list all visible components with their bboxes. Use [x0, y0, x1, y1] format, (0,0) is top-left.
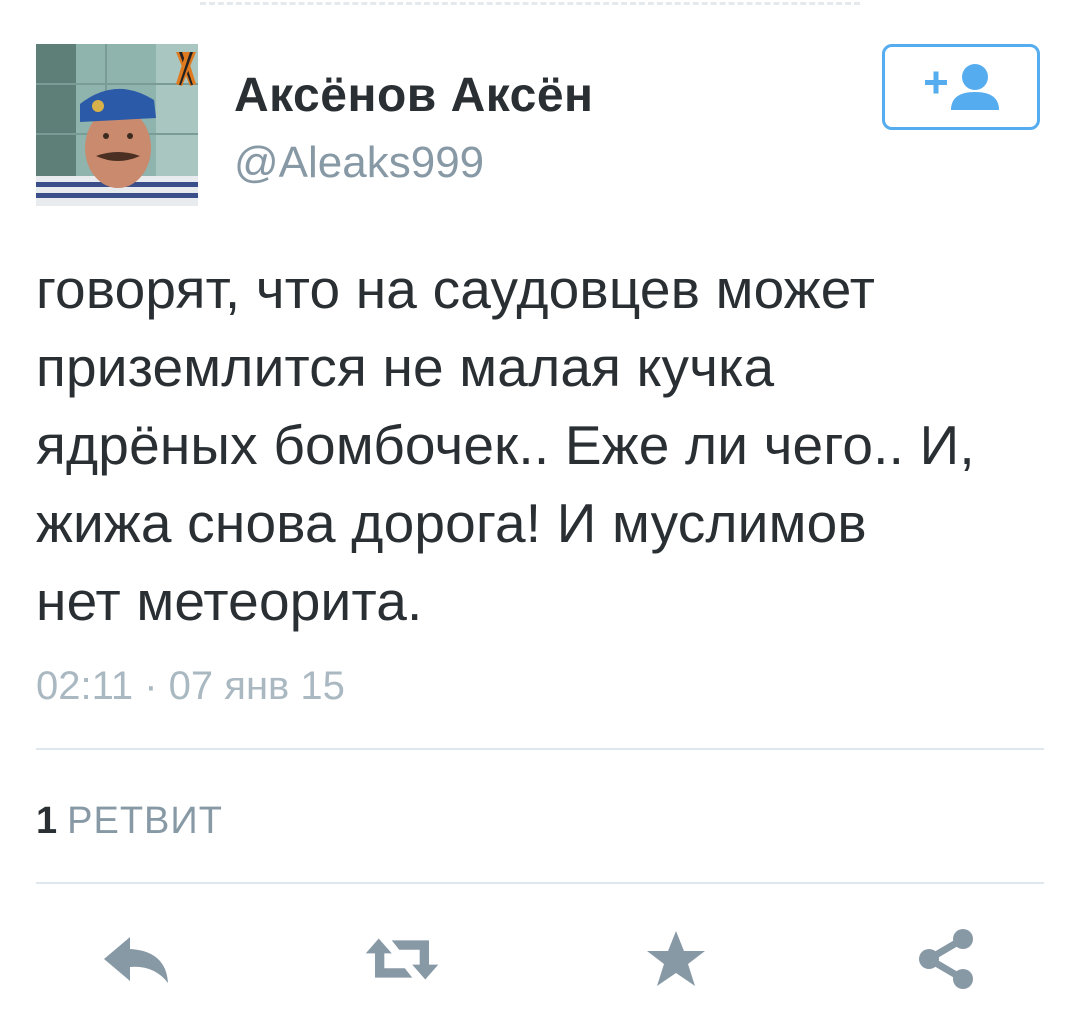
favorite-star-icon	[647, 931, 705, 986]
share-icon	[919, 929, 973, 989]
retweet-stats[interactable]: 1 РЕТВИТ	[36, 800, 223, 843]
previous-content-edge	[200, 0, 860, 5]
tweet-timestamp[interactable]: 02:11 · 07 янв 15	[36, 664, 345, 709]
display-name[interactable]: Аксёнов Аксён	[234, 68, 594, 123]
tweet-text: говорят, что на саудовцев может приземли…	[36, 258, 975, 632]
retweet-count: 1	[36, 800, 58, 842]
favorite-button[interactable]	[636, 926, 716, 992]
retweet-label: РЕТВИТ	[67, 800, 223, 842]
follow-button[interactable]	[882, 44, 1040, 130]
reply-icon	[104, 937, 168, 983]
screen-name[interactable]: @Aleaks999	[234, 138, 484, 188]
divider	[36, 748, 1044, 750]
retweet-button[interactable]	[362, 926, 442, 992]
reply-button[interactable]	[96, 926, 176, 992]
avatar[interactable]	[36, 44, 198, 206]
share-button[interactable]	[906, 926, 986, 992]
add-user-icon	[925, 64, 999, 110]
divider	[36, 882, 1044, 884]
retweet-icon	[365, 938, 439, 980]
